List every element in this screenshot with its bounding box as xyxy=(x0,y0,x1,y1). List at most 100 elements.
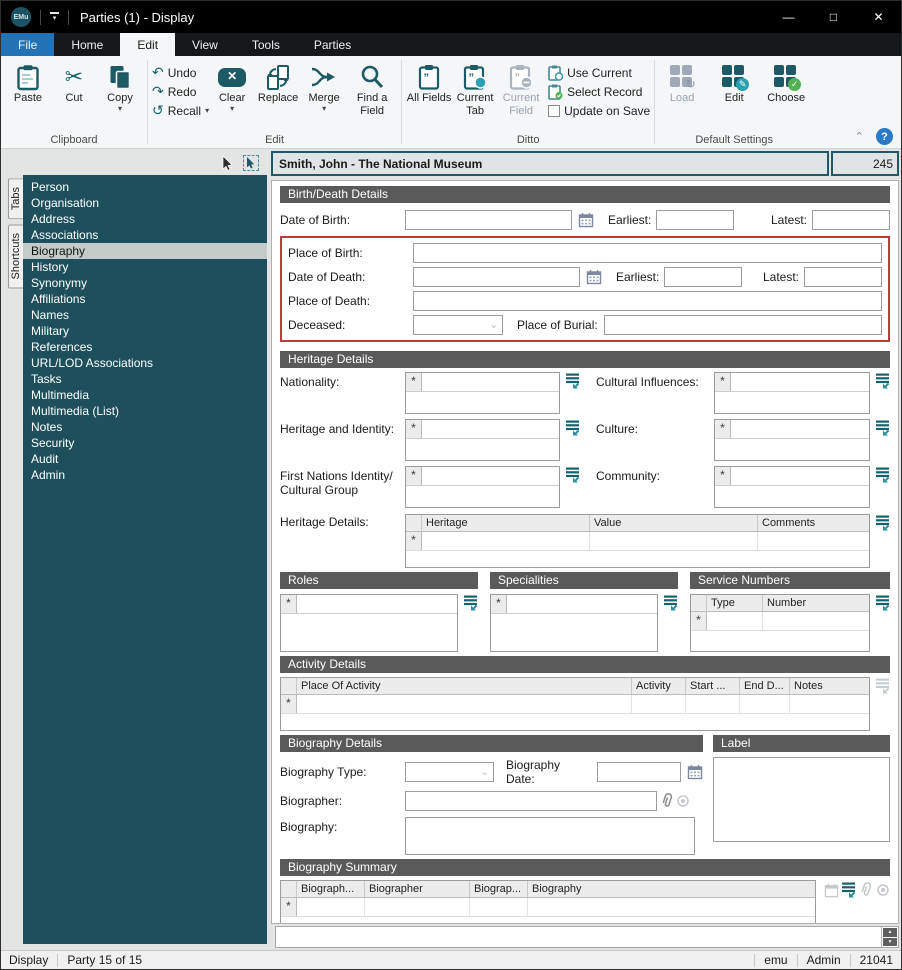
merge-dropdown-icon[interactable]: ▾ xyxy=(322,105,326,113)
clear-button[interactable]: ✕ Clear ▾ xyxy=(209,59,255,113)
death-latest-input[interactable] xyxy=(804,267,882,287)
column-header[interactable]: Biography xyxy=(528,881,815,897)
new-row-marker[interactable]: * xyxy=(281,695,297,713)
lookup-list-icon[interactable] xyxy=(566,420,580,436)
use-current-button[interactable]: Use Current xyxy=(548,63,650,82)
sidebar-item-notes[interactable]: Notes xyxy=(23,419,267,435)
column-header[interactable]: End D... xyxy=(740,678,790,694)
lookup-list-icon[interactable] xyxy=(876,373,890,389)
pointer-tool-icon[interactable] xyxy=(222,156,234,171)
calendar-icon[interactable] xyxy=(586,269,602,285)
paste-button[interactable]: Paste xyxy=(5,59,51,105)
birth-latest-input[interactable] xyxy=(812,210,890,230)
tab-tools[interactable]: Tools xyxy=(235,33,297,56)
new-row-marker[interactable]: * xyxy=(715,373,731,391)
table-cell[interactable] xyxy=(632,695,686,713)
record-stepper[interactable]: ▲ ▼ xyxy=(881,927,898,947)
cut-button[interactable]: ✂ Cut xyxy=(51,59,97,105)
select-record-button[interactable]: Select Record xyxy=(548,82,650,101)
copy-button[interactable]: Copy ▾ xyxy=(97,59,143,113)
table-cell[interactable] xyxy=(707,612,763,630)
new-row-marker[interactable]: * xyxy=(281,898,297,916)
lookup-list-icon[interactable] xyxy=(566,373,580,389)
cultural-influences-grid[interactable]: * xyxy=(714,372,870,414)
heritage-details-table[interactable]: Heritage Value Comments * xyxy=(405,514,870,568)
sidebar-item-tasks[interactable]: Tasks xyxy=(23,371,267,387)
help-icon[interactable]: ? xyxy=(876,128,893,145)
new-row-marker[interactable]: * xyxy=(406,420,422,438)
sidebar-item-synonymy[interactable]: Synonymy xyxy=(23,275,267,291)
service-numbers-table[interactable]: Type Number * xyxy=(690,594,870,652)
tab-parties[interactable]: Parties xyxy=(297,33,368,56)
column-header[interactable]: Heritage xyxy=(422,515,590,531)
sidebar-item-multimedia[interactable]: Multimedia xyxy=(23,387,267,403)
label-textarea[interactable] xyxy=(713,757,890,842)
sidebar-item-person[interactable]: Person xyxy=(23,179,267,195)
sidebar-item-references[interactable]: References xyxy=(23,339,267,355)
sidebar-item-organisation[interactable]: Organisation xyxy=(23,195,267,211)
sidebar-item-url-lod-associations[interactable]: URL/LOD Associations xyxy=(23,355,267,371)
date-of-death-input[interactable] xyxy=(413,267,580,287)
tab-edit[interactable]: Edit xyxy=(120,33,175,56)
table-cell[interactable] xyxy=(758,532,869,550)
lookup-list-icon[interactable] xyxy=(876,595,890,611)
stepper-up-icon[interactable]: ▲ xyxy=(883,928,897,937)
sidebar-item-names[interactable]: Names xyxy=(23,307,267,323)
table-cell[interactable] xyxy=(422,532,590,550)
activity-details-table[interactable]: Place Of Activity Activity Start ... End… xyxy=(280,677,870,731)
new-row-marker[interactable]: * xyxy=(406,467,422,485)
lookup-list-icon[interactable] xyxy=(664,595,678,611)
calendar-icon[interactable] xyxy=(578,212,594,228)
clear-dropdown-icon[interactable]: ▾ xyxy=(230,105,234,113)
column-header[interactable]: Value xyxy=(590,515,758,531)
date-of-birth-input[interactable] xyxy=(405,210,572,230)
deceased-select[interactable]: ⌄ xyxy=(413,315,503,335)
tab-file[interactable]: File xyxy=(1,33,54,56)
column-header[interactable]: Notes xyxy=(790,678,869,694)
quick-access-dropdown-icon[interactable]: ▾ xyxy=(50,12,59,22)
birth-earliest-input[interactable] xyxy=(656,210,734,230)
specialities-grid[interactable]: * xyxy=(490,594,658,652)
sidebar-item-affiliations[interactable]: Affiliations xyxy=(23,291,267,307)
column-header[interactable]: Biograp... xyxy=(470,881,528,897)
stepper-down-icon[interactable]: ▼ xyxy=(883,938,897,947)
sidebar-item-associations[interactable]: Associations xyxy=(23,227,267,243)
recall-button[interactable]: ↺ Recall ▾ xyxy=(152,101,209,120)
redo-button[interactable]: ↷ Redo xyxy=(152,82,209,101)
table-cell[interactable] xyxy=(763,612,869,630)
sidebar-item-multimedia-list[interactable]: Multimedia (List) xyxy=(23,403,267,419)
community-grid[interactable]: * xyxy=(714,466,870,508)
tab-shortcuts[interactable]: Shortcuts xyxy=(8,224,23,288)
table-cell[interactable] xyxy=(686,695,740,713)
lookup-list-icon[interactable] xyxy=(842,882,856,898)
nationality-grid[interactable]: * xyxy=(405,372,560,414)
table-cell[interactable] xyxy=(297,898,365,916)
column-header[interactable]: Number xyxy=(763,595,869,611)
column-header[interactable]: Place Of Activity xyxy=(297,678,632,694)
new-row-marker[interactable]: * xyxy=(691,612,707,630)
lookup-list-icon[interactable] xyxy=(876,515,890,531)
sidebar-item-audit[interactable]: Audit xyxy=(23,451,267,467)
attach-icon[interactable] xyxy=(660,792,674,810)
heritage-identity-grid[interactable]: * xyxy=(405,419,560,461)
table-cell[interactable] xyxy=(590,532,758,550)
tab-view[interactable]: View xyxy=(175,33,235,56)
column-header[interactable]: Biograph... xyxy=(297,881,365,897)
table-cell[interactable] xyxy=(790,695,869,713)
sidebar-item-address[interactable]: Address xyxy=(23,211,267,227)
copy-dropdown-icon[interactable]: ▾ xyxy=(118,105,122,113)
undo-button[interactable]: ↶ Undo xyxy=(152,63,209,82)
biography-date-input[interactable] xyxy=(597,762,681,782)
sidebar-item-history[interactable]: History xyxy=(23,259,267,275)
new-row-marker[interactable]: * xyxy=(715,420,731,438)
merge-button[interactable]: Merge ▾ xyxy=(301,59,347,113)
column-header[interactable]: Biographer xyxy=(365,881,470,897)
place-of-burial-input[interactable] xyxy=(604,315,882,335)
update-on-save-checkbox[interactable]: Update on Save xyxy=(548,101,650,120)
maximize-button[interactable]: □ xyxy=(811,1,856,33)
sidebar-item-military[interactable]: Military xyxy=(23,323,267,339)
lookup-list-icon[interactable] xyxy=(566,467,580,483)
column-header[interactable]: Activity xyxy=(632,678,686,694)
minimize-button[interactable]: — xyxy=(766,1,811,33)
new-row-marker[interactable]: * xyxy=(281,595,297,613)
